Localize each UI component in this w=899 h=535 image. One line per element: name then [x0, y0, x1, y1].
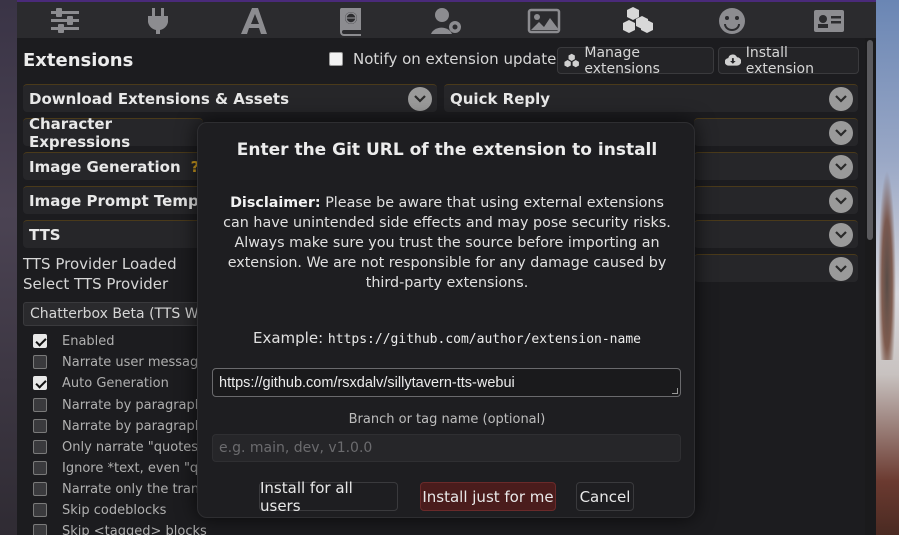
- cancel-button[interactable]: Cancel: [576, 482, 634, 511]
- git-url-input[interactable]: [212, 368, 681, 397]
- disclaimer-label: Disclaimer:: [230, 195, 321, 211]
- dialog-title: Enter the Git URL of the extension to in…: [236, 140, 658, 160]
- install-extension-dialog: Enter the Git URL of the extension to in…: [197, 122, 695, 518]
- install-just-for-me-button[interactable]: Install just for me: [420, 482, 556, 511]
- example-line: Example: https://github.com/author/exten…: [198, 329, 696, 347]
- example-url: https://github.com/author/extension-name: [327, 332, 641, 347]
- example-label: Example:: [253, 329, 324, 347]
- install-all-users-button[interactable]: Install for all users: [259, 479, 398, 515]
- resize-handle-icon[interactable]: [672, 388, 678, 394]
- disclaimer-text: Disclaimer: Please be aware that using e…: [218, 193, 676, 293]
- branch-label: Branch or tag name (optional): [348, 412, 546, 427]
- branch-input[interactable]: e.g. main, dev, v1.0.0: [212, 434, 681, 462]
